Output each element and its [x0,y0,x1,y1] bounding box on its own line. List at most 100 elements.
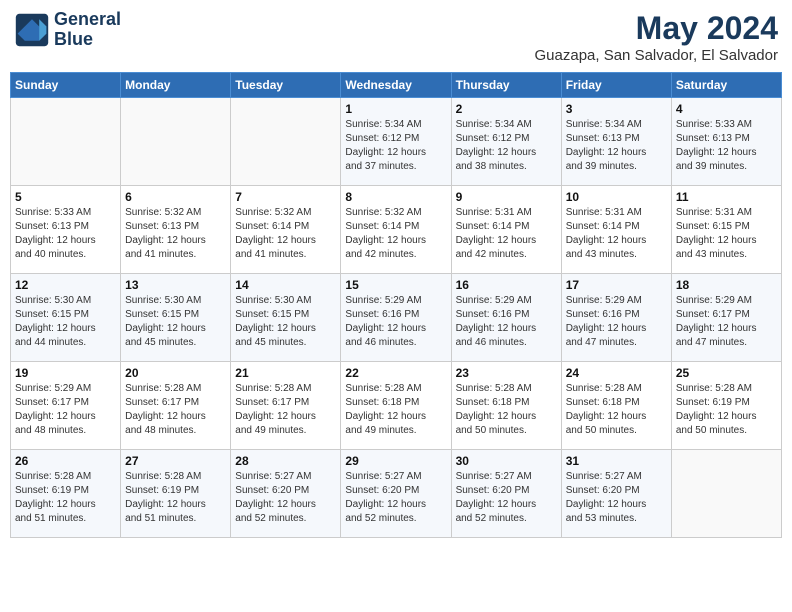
calendar-cell: 19 Sunrise: 5:29 AM Sunset: 6:17 PM Dayli… [11,362,121,450]
day-number: 7 [235,190,336,204]
day-info: Sunrise: 5:30 AM Sunset: 6:15 PM Dayligh… [235,294,336,350]
day-number: 10 [566,190,667,204]
weekday-header: Monday [121,73,231,98]
day-number: 14 [235,278,336,292]
calendar-table: SundayMondayTuesdayWednesdayThursdayFrid… [10,72,782,538]
calendar-cell: 29 Sunrise: 5:27 AM Sunset: 6:20 PM Dayli… [341,450,451,538]
day-info: Sunrise: 5:27 AM Sunset: 6:20 PM Dayligh… [345,470,446,526]
weekday-header: Sunday [11,73,121,98]
day-info: Sunrise: 5:28 AM Sunset: 6:18 PM Dayligh… [345,382,446,438]
calendar-cell: 26 Sunrise: 5:28 AM Sunset: 6:19 PM Dayli… [11,450,121,538]
day-number: 5 [15,190,116,204]
page-header: General Blue May 2024 Guazapa, San Salva… [10,10,782,64]
calendar-cell: 9 Sunrise: 5:31 AM Sunset: 6:14 PM Daylig… [451,186,561,274]
calendar-cell: 15 Sunrise: 5:29 AM Sunset: 6:16 PM Dayli… [341,274,451,362]
day-info: Sunrise: 5:27 AM Sunset: 6:20 PM Dayligh… [566,470,667,526]
day-number: 15 [345,278,446,292]
calendar-cell: 1Sunrise: 5:34 AM Sunset: 6:12 PM Daylig… [341,98,451,186]
day-info: Sunrise: 5:34 AM Sunset: 6:13 PM Dayligh… [566,118,667,174]
day-info: Sunrise: 5:29 AM Sunset: 6:17 PM Dayligh… [15,382,116,438]
calendar-cell: 18 Sunrise: 5:29 AM Sunset: 6:17 PM Dayli… [671,274,781,362]
day-number: 1 [345,102,446,116]
weekday-header: Wednesday [341,73,451,98]
day-number: 21 [235,366,336,380]
day-info: Sunrise: 5:28 AM Sunset: 6:17 PM Dayligh… [235,382,336,438]
calendar-cell: 11 Sunrise: 5:31 AM Sunset: 6:15 PM Dayli… [671,186,781,274]
calendar-cell: 14 Sunrise: 5:30 AM Sunset: 6:15 PM Dayli… [231,274,341,362]
calendar-cell: 30Sunrise: 5:27 AM Sunset: 6:20 PM Dayli… [451,450,561,538]
calendar-cell: 20 Sunrise: 5:28 AM Sunset: 6:17 PM Dayli… [121,362,231,450]
calendar-week-row: 12 Sunrise: 5:30 AM Sunset: 6:15 PM Dayli… [11,274,782,362]
weekday-header: Tuesday [231,73,341,98]
day-number: 8 [345,190,446,204]
day-info: Sunrise: 5:28 AM Sunset: 6:17 PM Dayligh… [125,382,226,438]
day-number: 4 [676,102,777,116]
day-number: 6 [125,190,226,204]
day-number: 2 [456,102,557,116]
day-info: Sunrise: 5:32 AM Sunset: 6:14 PM Dayligh… [235,206,336,262]
day-info: Sunrise: 5:32 AM Sunset: 6:14 PM Dayligh… [345,206,446,262]
day-info: Sunrise: 5:29 AM Sunset: 6:16 PM Dayligh… [566,294,667,350]
logo-text: General Blue [54,10,121,50]
day-info: Sunrise: 5:32 AM Sunset: 6:13 PM Dayligh… [125,206,226,262]
calendar-cell: 28Sunrise: 5:27 AM Sunset: 6:20 PM Dayli… [231,450,341,538]
weekday-header-row: SundayMondayTuesdayWednesdayThursdayFrid… [11,73,782,98]
calendar-cell: 7 Sunrise: 5:32 AM Sunset: 6:14 PM Daylig… [231,186,341,274]
day-info: Sunrise: 5:28 AM Sunset: 6:19 PM Dayligh… [676,382,777,438]
day-info: Sunrise: 5:30 AM Sunset: 6:15 PM Dayligh… [125,294,226,350]
calendar-cell: 17 Sunrise: 5:29 AM Sunset: 6:16 PM Dayli… [561,274,671,362]
day-number: 31 [566,454,667,468]
day-number: 23 [456,366,557,380]
day-info: Sunrise: 5:33 AM Sunset: 6:13 PM Dayligh… [676,118,777,174]
day-info: Sunrise: 5:31 AM Sunset: 6:15 PM Dayligh… [676,206,777,262]
day-number: 20 [125,366,226,380]
day-number: 24 [566,366,667,380]
weekday-header: Saturday [671,73,781,98]
calendar-cell: 13Sunrise: 5:30 AM Sunset: 6:15 PM Dayli… [121,274,231,362]
day-number: 27 [125,454,226,468]
day-number: 12 [15,278,116,292]
day-info: Sunrise: 5:29 AM Sunset: 6:16 PM Dayligh… [345,294,446,350]
day-number: 26 [15,454,116,468]
day-number: 17 [566,278,667,292]
day-number: 29 [345,454,446,468]
day-number: 16 [456,278,557,292]
logo: General Blue [14,10,121,50]
day-info: Sunrise: 5:28 AM Sunset: 6:19 PM Dayligh… [15,470,116,526]
day-number: 25 [676,366,777,380]
location-title: Guazapa, San Salvador, El Salvador [535,47,779,64]
day-info: Sunrise: 5:29 AM Sunset: 6:16 PM Dayligh… [456,294,557,350]
day-info: Sunrise: 5:27 AM Sunset: 6:20 PM Dayligh… [456,470,557,526]
day-number: 22 [345,366,446,380]
day-number: 18 [676,278,777,292]
day-number: 3 [566,102,667,116]
day-number: 19 [15,366,116,380]
day-number: 9 [456,190,557,204]
calendar-cell [11,98,121,186]
day-info: Sunrise: 5:31 AM Sunset: 6:14 PM Dayligh… [566,206,667,262]
calendar-cell: 10 Sunrise: 5:31 AM Sunset: 6:14 PM Dayli… [561,186,671,274]
day-info: Sunrise: 5:29 AM Sunset: 6:17 PM Dayligh… [676,294,777,350]
title-block: May 2024 Guazapa, San Salvador, El Salva… [535,10,779,64]
calendar-cell: 2 Sunrise: 5:34 AM Sunset: 6:12 PM Daylig… [451,98,561,186]
calendar-cell: 4 Sunrise: 5:33 AM Sunset: 6:13 PM Daylig… [671,98,781,186]
calendar-cell: 23Sunrise: 5:28 AM Sunset: 6:18 PM Dayli… [451,362,561,450]
calendar-cell [231,98,341,186]
calendar-cell: 25 Sunrise: 5:28 AM Sunset: 6:19 PM Dayli… [671,362,781,450]
day-info: Sunrise: 5:30 AM Sunset: 6:15 PM Dayligh… [15,294,116,350]
calendar-cell: 5Sunrise: 5:33 AM Sunset: 6:13 PM Daylig… [11,186,121,274]
calendar-cell [671,450,781,538]
calendar-cell: 22 Sunrise: 5:28 AM Sunset: 6:18 PM Dayli… [341,362,451,450]
day-info: Sunrise: 5:28 AM Sunset: 6:19 PM Dayligh… [125,470,226,526]
calendar-cell: 21 Sunrise: 5:28 AM Sunset: 6:17 PM Dayli… [231,362,341,450]
calendar-cell: 24 Sunrise: 5:28 AM Sunset: 6:18 PM Dayli… [561,362,671,450]
calendar-week-row: 19 Sunrise: 5:29 AM Sunset: 6:17 PM Dayli… [11,362,782,450]
day-info: Sunrise: 5:28 AM Sunset: 6:18 PM Dayligh… [566,382,667,438]
calendar-cell: 8 Sunrise: 5:32 AM Sunset: 6:14 PM Daylig… [341,186,451,274]
day-info: Sunrise: 5:34 AM Sunset: 6:12 PM Dayligh… [456,118,557,174]
day-info: Sunrise: 5:31 AM Sunset: 6:14 PM Dayligh… [456,206,557,262]
calendar-week-row: 1 Sunrise: 5:34 AM Sunset: 6:12 PM Daylig… [11,98,782,186]
day-number: 28 [235,454,336,468]
day-number: 11 [676,190,777,204]
calendar-cell: 31 Sunrise: 5:27 AM Sunset: 6:20 PM Dayli… [561,450,671,538]
